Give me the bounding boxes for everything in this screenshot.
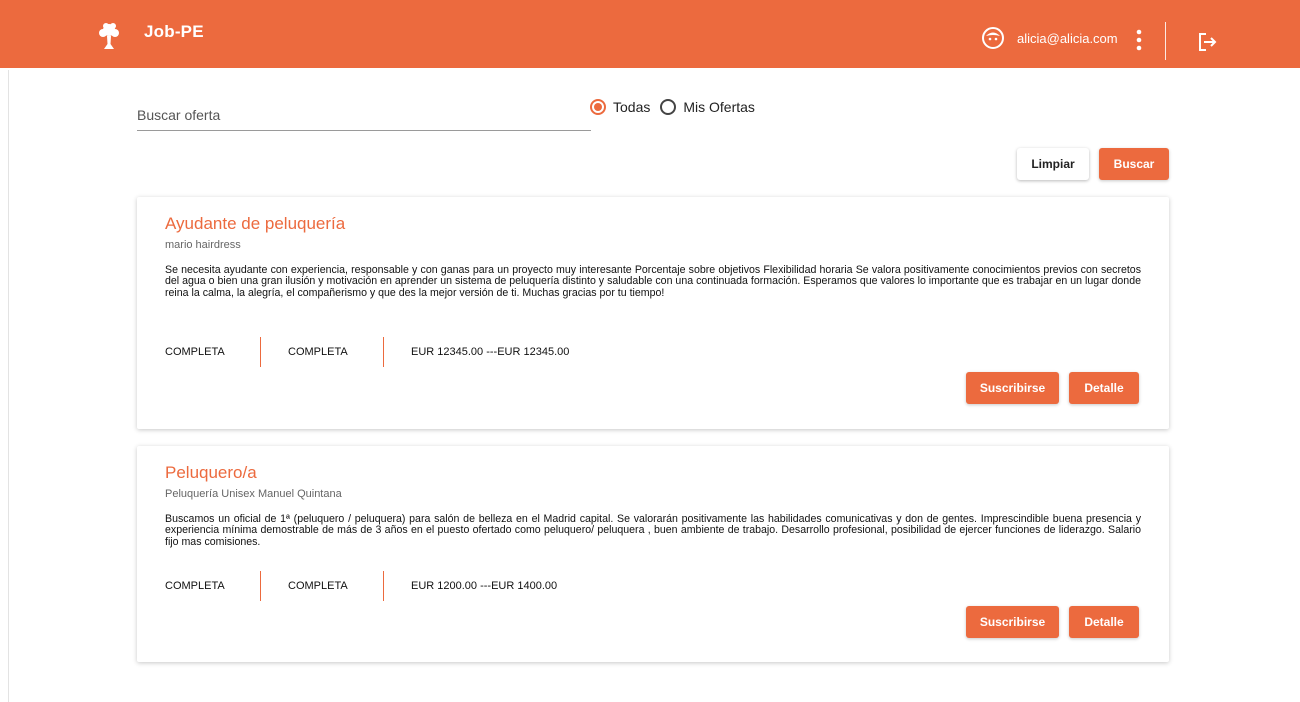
offer-description: Buscamos un oficial de 1ª (peluquero / p… [165,513,1141,548]
header-divider [1165,22,1166,60]
subscribe-button[interactable]: Suscribirse [966,372,1059,404]
offer-meta: COMPLETA COMPLETA EUR 12345.00 ---EUR 12… [165,337,569,367]
more-vert-icon[interactable] [1133,28,1145,52]
offer-contract-type: COMPLETA [165,346,225,358]
offer-title[interactable]: Peluquero/a [165,463,257,483]
filter-radio-todas[interactable]: Todas [590,99,650,115]
app-title[interactable]: Job-PE [144,22,204,42]
clear-button[interactable]: Limpiar [1017,148,1089,180]
filter-label-mis-ofertas: Mis Ofertas [683,99,755,115]
tree-logo-icon[interactable] [96,22,122,50]
offer-schedule: COMPLETA [288,346,348,358]
user-email[interactable]: alicia@alicia.com [1017,31,1118,46]
radio-unchecked-icon[interactable] [660,99,677,115]
offer-company: Peluquería Unisex Manuel Quintana [165,488,342,500]
search-field [137,100,591,131]
offer-company: mario hairdress [165,239,241,251]
offer-salary: EUR 1200.00 ---EUR 1400.00 [411,580,558,592]
page-left-border [8,70,9,702]
detail-button[interactable]: Detalle [1069,606,1139,638]
filter-radio-group: Todas Mis Ofertas [590,96,765,118]
offer-meta: COMPLETA COMPLETA EUR 1200.00 ---EUR 140… [165,571,557,601]
offer-description: Se necesita ayudante con experiencia, re… [165,264,1141,299]
offer-schedule: COMPLETA [288,580,348,592]
search-button[interactable]: Buscar [1099,148,1169,180]
subscribe-button[interactable]: Suscribirse [966,606,1059,638]
offer-contract-type: COMPLETA [165,580,225,592]
search-input[interactable] [137,104,587,126]
offer-card: Ayudante de peluquería mario hairdress S… [137,197,1169,429]
filter-radio-mis-ofertas[interactable]: Mis Ofertas [660,99,755,115]
radio-checked-icon[interactable] [590,99,606,115]
app-header: Job-PE alicia@alicia.com [0,0,1300,68]
offer-salary: EUR 12345.00 ---EUR 12345.00 [411,346,570,358]
logout-icon[interactable] [1195,30,1219,54]
avatar-face-icon[interactable] [982,27,1004,49]
detail-button[interactable]: Detalle [1069,372,1139,404]
offer-card: Peluquero/a Peluquería Unisex Manuel Qui… [137,446,1169,662]
filter-label-todas: Todas [613,99,651,115]
offer-title[interactable]: Ayudante de peluquería [165,214,345,234]
